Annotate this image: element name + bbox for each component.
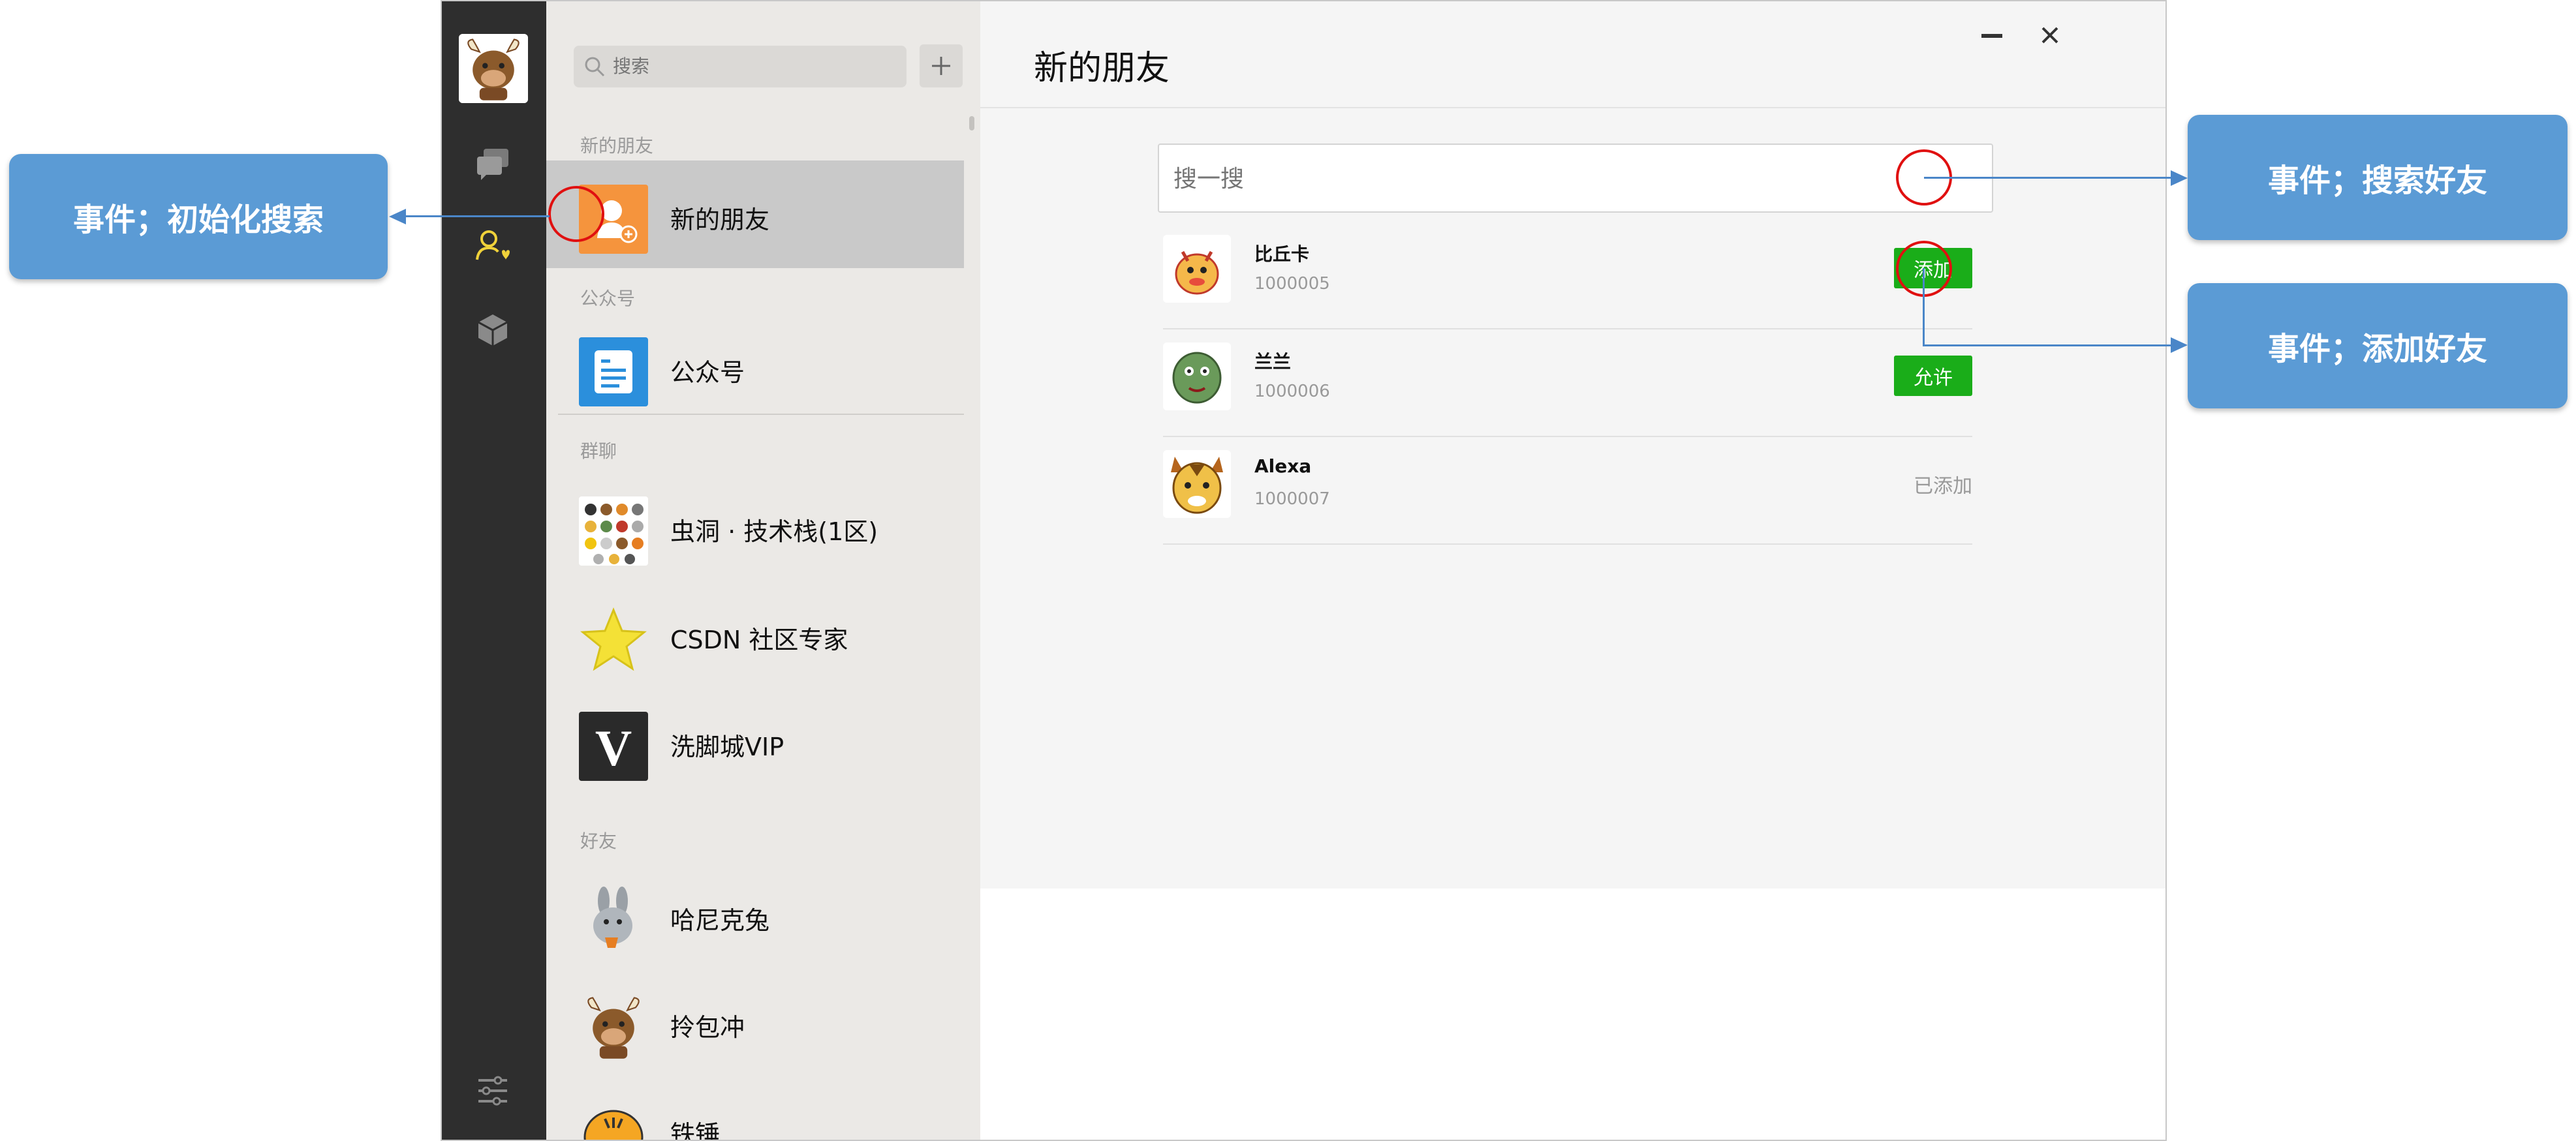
friend-search-box[interactable]: [1158, 144, 1993, 213]
sidebar-item-group-wormhole[interactable]: 虫洞 · 技术栈(1区): [546, 472, 964, 580]
section-groups: 群聊: [580, 440, 617, 462]
tiger-avatar-icon: [579, 1099, 648, 1140]
apps-rail-button[interactable]: [468, 305, 518, 355]
sliders-icon: [478, 1076, 507, 1106]
star-icon: [579, 605, 648, 674]
bull-avatar-icon: [579, 992, 648, 1061]
sidebar-item-friend-rabbit[interactable]: 哈尼克兔: [546, 861, 964, 969]
chat-rail-button[interactable]: [468, 138, 518, 188]
close-icon: [2041, 27, 2058, 44]
horse-avatar-icon: [1163, 450, 1231, 518]
user-avatar[interactable]: [459, 34, 528, 103]
friend-added-status: 已添加: [1914, 475, 1972, 498]
group-avatar-grid: [579, 496, 648, 566]
plus-icon: [932, 57, 950, 75]
cube-icon: [478, 314, 508, 346]
sidebar-item-group-vip[interactable]: V 洗脚城VIP: [546, 688, 964, 795]
friend-id: 1000006: [1254, 382, 1330, 401]
section-official: 公众号: [580, 288, 636, 309]
contacts-icon: [476, 230, 510, 260]
sidebar-item-official[interactable]: 公众号: [546, 313, 964, 421]
sidebar-item-label: 拎包冲: [670, 1013, 745, 1042]
connector-line: [405, 215, 550, 217]
arrow-head-icon: [2171, 337, 2188, 353]
section-divider: [558, 414, 964, 415]
callout-search-friend: 事件；搜索好友: [2188, 115, 2568, 240]
rabbit-avatar-icon: [579, 885, 648, 954]
search-icon: [585, 57, 605, 77]
sidebar-search-box[interactable]: [574, 46, 907, 87]
sidebar-item-group-csdn[interactable]: CSDN 社区专家: [546, 581, 964, 688]
callout-init-search: 事件；初始化搜索: [9, 154, 388, 279]
header-divider: [980, 107, 2165, 108]
page-title: 新的朋友: [1034, 49, 1170, 88]
minimize-button[interactable]: [1972, 20, 2011, 52]
connector-line: [1923, 344, 2172, 346]
sidebar-item-label: 新的朋友: [670, 205, 770, 234]
sidebar-item-friend-tiger[interactable]: 铁锤: [546, 1075, 964, 1141]
sidebar-scrollbar[interactable]: [969, 116, 974, 130]
turtle-avatar-icon: [1163, 342, 1231, 410]
friend-search-input[interactable]: [1172, 160, 1825, 197]
friend-id: 1000007: [1254, 489, 1330, 509]
sidebar-item-friend-bull[interactable]: 拎包冲: [546, 968, 964, 1076]
arrow-head-icon: [2171, 170, 2188, 186]
accept-friend-button[interactable]: 允许: [1894, 356, 1972, 396]
sidebar-item-new-friends[interactable]: 新的朋友: [546, 160, 964, 268]
chat-bubbles-icon: [477, 149, 508, 180]
sidebar-search-input[interactable]: [612, 52, 892, 81]
dragon-avatar-icon: [1163, 235, 1231, 303]
friend-request-row: Alexa 1000007 已添加: [1163, 436, 1972, 545]
friend-name: Alexa: [1254, 455, 1312, 477]
contacts-sidebar: 新的朋友 新的朋友 公众号: [546, 1, 980, 1141]
add-contact-button[interactable]: [920, 44, 963, 87]
contacts-rail-button[interactable]: [468, 222, 518, 271]
friend-id: 1000005: [1254, 274, 1330, 294]
sidebar-item-label: 洗脚城VIP: [670, 733, 784, 761]
friend-name: 兰兰: [1254, 351, 1292, 373]
friend-request-row: 比丘卡 1000005 添加: [1163, 221, 1972, 329]
sidebar-item-label: 哈尼克兔: [670, 906, 770, 935]
sidebar-item-label: 虫洞 · 技术栈(1区): [670, 517, 878, 546]
section-friends: 好友: [580, 830, 617, 852]
settings-rail-button[interactable]: [468, 1066, 518, 1116]
connector-line: [1923, 268, 1925, 346]
connector-line: [1924, 177, 2172, 179]
sidebar-item-label: 公众号: [670, 358, 745, 387]
sidebar-item-label: CSDN 社区专家: [670, 626, 848, 654]
highlight-circle-new-friends: [548, 186, 604, 242]
nav-rail: [442, 1, 546, 1140]
vip-v-icon: V: [579, 712, 648, 781]
arrow-head-icon: [389, 209, 406, 224]
friend-name: 比丘卡: [1254, 243, 1310, 265]
friend-request-row: 兰兰 1000006 允许: [1163, 328, 1972, 437]
official-account-icon: [579, 337, 648, 406]
callout-add-friend: 事件；添加好友: [2188, 283, 2568, 408]
bull-avatar-icon: [459, 34, 528, 103]
minimize-icon: [1981, 34, 2002, 38]
svg-text:V: V: [595, 720, 632, 776]
sidebar-item-label: 铁锤: [670, 1120, 721, 1141]
new-friends-panel: 新的朋友 比丘卡 1000005 添加: [980, 1, 2165, 1140]
close-button[interactable]: [2031, 16, 2070, 53]
section-new-friends: 新的朋友: [580, 135, 654, 157]
